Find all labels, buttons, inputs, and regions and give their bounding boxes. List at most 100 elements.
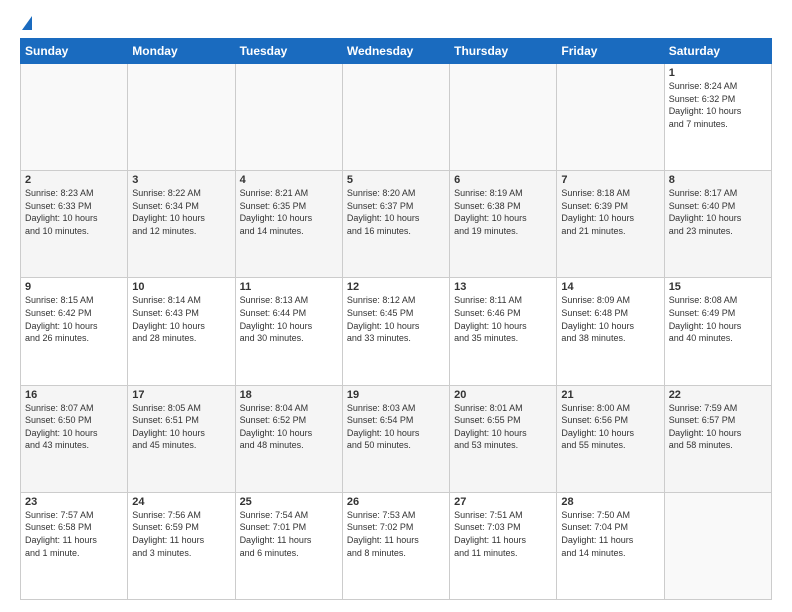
calendar-week-row: 16Sunrise: 8:07 AM Sunset: 6:50 PM Dayli… <box>21 385 772 492</box>
calendar-cell <box>21 64 128 171</box>
calendar-header-row: SundayMondayTuesdayWednesdayThursdayFrid… <box>21 39 772 64</box>
calendar-week-row: 9Sunrise: 8:15 AM Sunset: 6:42 PM Daylig… <box>21 278 772 385</box>
calendar-cell: 24Sunrise: 7:56 AM Sunset: 6:59 PM Dayli… <box>128 492 235 599</box>
calendar-cell: 26Sunrise: 7:53 AM Sunset: 7:02 PM Dayli… <box>342 492 449 599</box>
calendar-cell: 1Sunrise: 8:24 AM Sunset: 6:32 PM Daylig… <box>664 64 771 171</box>
day-number: 21 <box>561 389 659 401</box>
calendar-cell: 19Sunrise: 8:03 AM Sunset: 6:54 PM Dayli… <box>342 385 449 492</box>
day-info: Sunrise: 7:50 AM Sunset: 7:04 PM Dayligh… <box>561 509 659 559</box>
calendar-cell: 3Sunrise: 8:22 AM Sunset: 6:34 PM Daylig… <box>128 171 235 278</box>
day-number: 7 <box>561 174 659 186</box>
calendar-week-row: 23Sunrise: 7:57 AM Sunset: 6:58 PM Dayli… <box>21 492 772 599</box>
calendar-cell: 15Sunrise: 8:08 AM Sunset: 6:49 PM Dayli… <box>664 278 771 385</box>
logo-triangle-icon <box>22 16 32 30</box>
calendar-cell: 17Sunrise: 8:05 AM Sunset: 6:51 PM Dayli… <box>128 385 235 492</box>
calendar-cell: 27Sunrise: 7:51 AM Sunset: 7:03 PM Dayli… <box>450 492 557 599</box>
day-info: Sunrise: 8:01 AM Sunset: 6:55 PM Dayligh… <box>454 402 552 452</box>
calendar-header-monday: Monday <box>128 39 235 64</box>
calendar-cell: 22Sunrise: 7:59 AM Sunset: 6:57 PM Dayli… <box>664 385 771 492</box>
logo <box>20 20 32 30</box>
page: SundayMondayTuesdayWednesdayThursdayFrid… <box>0 0 792 612</box>
day-info: Sunrise: 8:12 AM Sunset: 6:45 PM Dayligh… <box>347 294 445 344</box>
day-info: Sunrise: 8:22 AM Sunset: 6:34 PM Dayligh… <box>132 187 230 237</box>
day-number: 13 <box>454 281 552 293</box>
day-number: 23 <box>25 496 123 508</box>
day-info: Sunrise: 8:07 AM Sunset: 6:50 PM Dayligh… <box>25 402 123 452</box>
day-info: Sunrise: 8:03 AM Sunset: 6:54 PM Dayligh… <box>347 402 445 452</box>
day-number: 26 <box>347 496 445 508</box>
calendar-cell: 20Sunrise: 8:01 AM Sunset: 6:55 PM Dayli… <box>450 385 557 492</box>
calendar-cell <box>128 64 235 171</box>
day-info: Sunrise: 8:00 AM Sunset: 6:56 PM Dayligh… <box>561 402 659 452</box>
day-number: 18 <box>240 389 338 401</box>
day-info: Sunrise: 8:19 AM Sunset: 6:38 PM Dayligh… <box>454 187 552 237</box>
day-number: 28 <box>561 496 659 508</box>
day-number: 19 <box>347 389 445 401</box>
day-number: 2 <box>25 174 123 186</box>
day-number: 25 <box>240 496 338 508</box>
calendar-cell: 2Sunrise: 8:23 AM Sunset: 6:33 PM Daylig… <box>21 171 128 278</box>
day-info: Sunrise: 8:15 AM Sunset: 6:42 PM Dayligh… <box>25 294 123 344</box>
day-info: Sunrise: 8:09 AM Sunset: 6:48 PM Dayligh… <box>561 294 659 344</box>
calendar-cell: 5Sunrise: 8:20 AM Sunset: 6:37 PM Daylig… <box>342 171 449 278</box>
calendar-cell: 9Sunrise: 8:15 AM Sunset: 6:42 PM Daylig… <box>21 278 128 385</box>
calendar-cell: 18Sunrise: 8:04 AM Sunset: 6:52 PM Dayli… <box>235 385 342 492</box>
calendar: SundayMondayTuesdayWednesdayThursdayFrid… <box>20 38 772 600</box>
calendar-cell <box>557 64 664 171</box>
day-info: Sunrise: 8:11 AM Sunset: 6:46 PM Dayligh… <box>454 294 552 344</box>
calendar-week-row: 2Sunrise: 8:23 AM Sunset: 6:33 PM Daylig… <box>21 171 772 278</box>
day-number: 16 <box>25 389 123 401</box>
calendar-cell <box>342 64 449 171</box>
day-number: 27 <box>454 496 552 508</box>
calendar-cell: 10Sunrise: 8:14 AM Sunset: 6:43 PM Dayli… <box>128 278 235 385</box>
day-info: Sunrise: 8:14 AM Sunset: 6:43 PM Dayligh… <box>132 294 230 344</box>
calendar-cell: 25Sunrise: 7:54 AM Sunset: 7:01 PM Dayli… <box>235 492 342 599</box>
day-info: Sunrise: 8:20 AM Sunset: 6:37 PM Dayligh… <box>347 187 445 237</box>
day-number: 9 <box>25 281 123 293</box>
day-number: 6 <box>454 174 552 186</box>
calendar-header-tuesday: Tuesday <box>235 39 342 64</box>
day-info: Sunrise: 8:23 AM Sunset: 6:33 PM Dayligh… <box>25 187 123 237</box>
day-info: Sunrise: 7:56 AM Sunset: 6:59 PM Dayligh… <box>132 509 230 559</box>
calendar-cell <box>450 64 557 171</box>
calendar-cell: 16Sunrise: 8:07 AM Sunset: 6:50 PM Dayli… <box>21 385 128 492</box>
day-number: 1 <box>669 67 767 79</box>
calendar-cell: 21Sunrise: 8:00 AM Sunset: 6:56 PM Dayli… <box>557 385 664 492</box>
calendar-cell: 28Sunrise: 7:50 AM Sunset: 7:04 PM Dayli… <box>557 492 664 599</box>
day-number: 11 <box>240 281 338 293</box>
day-info: Sunrise: 8:21 AM Sunset: 6:35 PM Dayligh… <box>240 187 338 237</box>
day-info: Sunrise: 8:24 AM Sunset: 6:32 PM Dayligh… <box>669 80 767 130</box>
day-info: Sunrise: 7:53 AM Sunset: 7:02 PM Dayligh… <box>347 509 445 559</box>
day-info: Sunrise: 7:57 AM Sunset: 6:58 PM Dayligh… <box>25 509 123 559</box>
day-info: Sunrise: 8:17 AM Sunset: 6:40 PM Dayligh… <box>669 187 767 237</box>
calendar-cell: 23Sunrise: 7:57 AM Sunset: 6:58 PM Dayli… <box>21 492 128 599</box>
calendar-header-saturday: Saturday <box>664 39 771 64</box>
day-number: 8 <box>669 174 767 186</box>
calendar-cell: 13Sunrise: 8:11 AM Sunset: 6:46 PM Dayli… <box>450 278 557 385</box>
day-info: Sunrise: 8:05 AM Sunset: 6:51 PM Dayligh… <box>132 402 230 452</box>
calendar-cell <box>235 64 342 171</box>
calendar-cell: 4Sunrise: 8:21 AM Sunset: 6:35 PM Daylig… <box>235 171 342 278</box>
day-number: 17 <box>132 389 230 401</box>
calendar-week-row: 1Sunrise: 8:24 AM Sunset: 6:32 PM Daylig… <box>21 64 772 171</box>
day-info: Sunrise: 8:13 AM Sunset: 6:44 PM Dayligh… <box>240 294 338 344</box>
calendar-header-thursday: Thursday <box>450 39 557 64</box>
calendar-header-friday: Friday <box>557 39 664 64</box>
day-number: 12 <box>347 281 445 293</box>
day-number: 5 <box>347 174 445 186</box>
calendar-header-sunday: Sunday <box>21 39 128 64</box>
calendar-cell: 8Sunrise: 8:17 AM Sunset: 6:40 PM Daylig… <box>664 171 771 278</box>
day-info: Sunrise: 7:54 AM Sunset: 7:01 PM Dayligh… <box>240 509 338 559</box>
calendar-cell <box>664 492 771 599</box>
calendar-cell: 14Sunrise: 8:09 AM Sunset: 6:48 PM Dayli… <box>557 278 664 385</box>
day-number: 3 <box>132 174 230 186</box>
calendar-cell: 6Sunrise: 8:19 AM Sunset: 6:38 PM Daylig… <box>450 171 557 278</box>
day-number: 22 <box>669 389 767 401</box>
day-number: 4 <box>240 174 338 186</box>
day-number: 24 <box>132 496 230 508</box>
day-number: 15 <box>669 281 767 293</box>
calendar-cell: 7Sunrise: 8:18 AM Sunset: 6:39 PM Daylig… <box>557 171 664 278</box>
day-info: Sunrise: 7:51 AM Sunset: 7:03 PM Dayligh… <box>454 509 552 559</box>
calendar-cell: 11Sunrise: 8:13 AM Sunset: 6:44 PM Dayli… <box>235 278 342 385</box>
day-info: Sunrise: 7:59 AM Sunset: 6:57 PM Dayligh… <box>669 402 767 452</box>
